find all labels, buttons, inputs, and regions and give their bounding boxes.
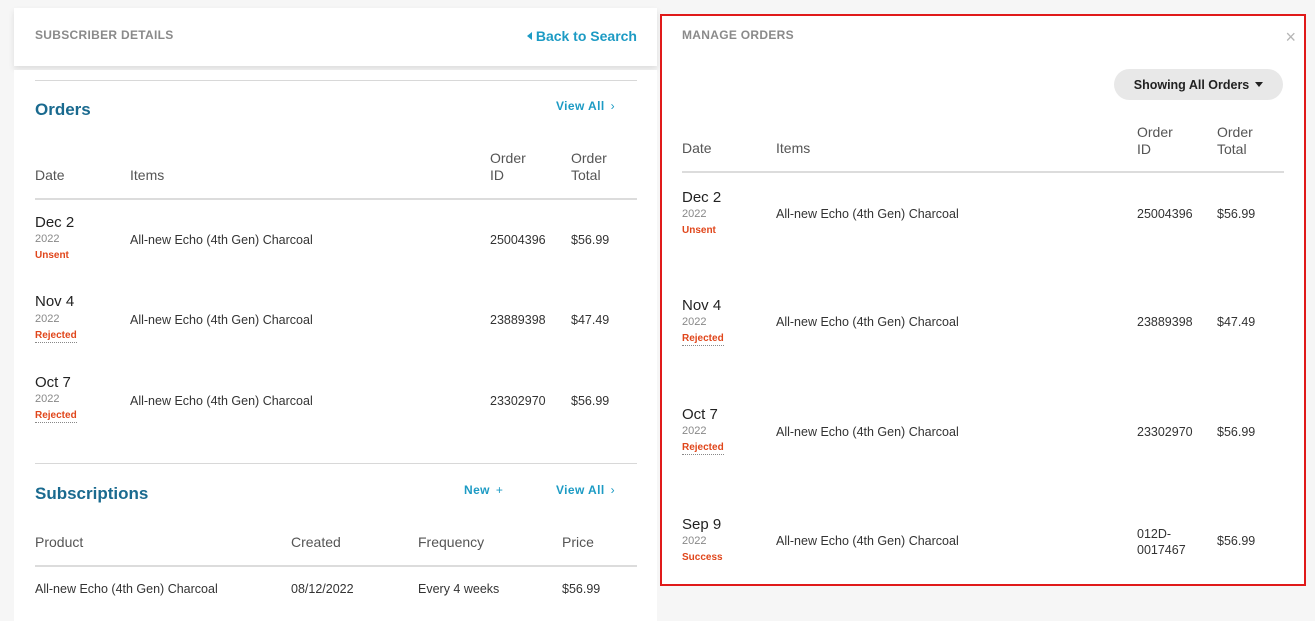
order-status-badge[interactable]: Rejected [682,442,724,455]
order-id-line2: 0017467 [1137,543,1186,557]
order-item: All-new Echo (4th Gen) Charcoal [776,207,959,221]
order-id: 25004396 [1137,207,1193,221]
chevron-right-icon: › [610,99,615,113]
order-date-day: Nov 4 [35,293,75,310]
order-item: All-new Echo (4th Gen) Charcoal [776,534,959,548]
order-total: $56.99 [1217,207,1256,221]
manage-col-order-id-line1: Order [1137,124,1173,140]
order-status-badge: Success [682,552,723,563]
orders-header-divider [35,198,637,200]
new-subscription-label: New [464,483,490,497]
order-id: 23889398 [1137,315,1193,329]
subscriptions-section-title: Subscriptions [35,484,149,503]
new-subscription-link[interactable]: New + [464,483,503,497]
order-status-badge: Unsent [682,225,716,236]
orders-col-order-id-line2: ID [490,167,504,183]
plus-icon: + [495,483,504,497]
manage-header-divider [682,171,1284,173]
orders-view-all-label: View All [556,99,605,113]
manage-col-order-id: Order ID [1137,124,1173,158]
order-id: 012D- 0017467 [1137,526,1186,558]
orders-col-order-id-line1: Order [490,150,526,166]
manage-orders-panel: MANAGE ORDERS × Showing All Orders Date … [660,14,1306,586]
order-date-year: 2022 [682,208,707,220]
order-date-year: 2022 [682,316,707,328]
order-total: $47.49 [571,313,610,327]
divider [35,463,637,464]
caret-down-icon [1255,82,1264,87]
order-status-badge[interactable]: Rejected [35,410,77,423]
subscription-product: All-new Echo (4th Gen) Charcoal [35,582,218,596]
order-item: All-new Echo (4th Gen) Charcoal [776,315,959,329]
orders-filter-label: Showing All Orders [1133,77,1250,92]
order-total: $47.49 [1217,315,1256,329]
orders-filter-dropdown[interactable]: Showing All Orders [1114,69,1283,100]
order-date-year: 2022 [682,425,707,437]
manage-orders-title: MANAGE ORDERS [682,28,794,42]
order-total: $56.99 [571,394,610,408]
order-date-day: Nov 4 [682,297,722,314]
order-item: All-new Echo (4th Gen) Charcoal [776,425,959,439]
order-id: 23889398 [490,313,546,327]
order-id: 23302970 [490,394,546,408]
subs-col-created: Created [291,534,341,550]
order-date-day: Dec 2 [35,214,75,231]
subscriber-details-header: SUBSCRIBER DETAILS Back to Search [14,8,657,66]
order-item: All-new Echo (4th Gen) Charcoal [130,394,313,408]
divider [35,80,637,81]
order-status-badge[interactable]: Rejected [35,330,77,343]
order-status-badge: Unsent [35,250,69,261]
subs-header-divider [35,565,637,567]
order-status-badge[interactable]: Rejected [682,333,724,346]
subscriptions-view-all-label: View All [556,483,605,497]
manage-col-order-total-line1: Order [1217,124,1253,140]
order-id-line1: 012D- [1137,527,1172,541]
subscription-frequency: Every 4 weeks [418,582,500,596]
subscription-created: 08/12/2022 [291,582,354,596]
order-date-year: 2022 [682,535,707,547]
order-id: 25004396 [490,233,546,247]
orders-col-items: Items [130,167,165,183]
order-date-year: 2022 [35,393,60,405]
order-item: All-new Echo (4th Gen) Charcoal [130,233,313,247]
order-item: All-new Echo (4th Gen) Charcoal [130,313,313,327]
manage-col-date: Date [682,140,712,156]
subs-col-price: Price [562,534,594,550]
subs-col-product: Product [35,534,84,550]
order-date-day: Sep 9 [682,516,722,533]
orders-col-order-total-line2: Total [571,167,601,183]
manage-col-order-total-line2: Total [1217,141,1247,157]
orders-col-order-id: Order ID [490,150,526,184]
caret-left-icon [526,32,532,40]
order-date-year: 2022 [35,313,60,325]
manage-col-order-id-line2: ID [1137,141,1151,157]
manage-col-items: Items [776,140,811,156]
orders-view-all-link[interactable]: View All › [556,99,615,113]
chevron-right-icon: › [610,483,615,497]
subs-col-frequency: Frequency [418,534,485,550]
order-date-year: 2022 [35,233,60,245]
subscriber-details-title: SUBSCRIBER DETAILS [35,28,174,42]
orders-col-date: Date [35,167,65,183]
order-date-day: Oct 7 [35,374,71,391]
order-total: $56.99 [1217,534,1256,548]
subscription-price: $56.99 [562,582,601,596]
orders-section-title: Orders [35,100,91,119]
orders-col-order-total: Order Total [571,150,607,184]
back-to-search-link[interactable]: Back to Search [526,28,637,44]
back-to-search-label: Back to Search [535,28,637,44]
subscriptions-view-all-link[interactable]: View All › [556,483,615,497]
order-total: $56.99 [571,233,610,247]
close-icon[interactable]: × [1285,28,1296,46]
order-date-day: Oct 7 [682,406,718,423]
orders-col-order-total-line1: Order [571,150,607,166]
order-date-day: Dec 2 [682,189,722,206]
order-total: $56.99 [1217,425,1256,439]
manage-col-order-total: Order Total [1217,124,1253,158]
order-id: 23302970 [1137,425,1193,439]
subscriber-details-body: Orders View All › Date Items Order ID Ord… [14,70,657,621]
